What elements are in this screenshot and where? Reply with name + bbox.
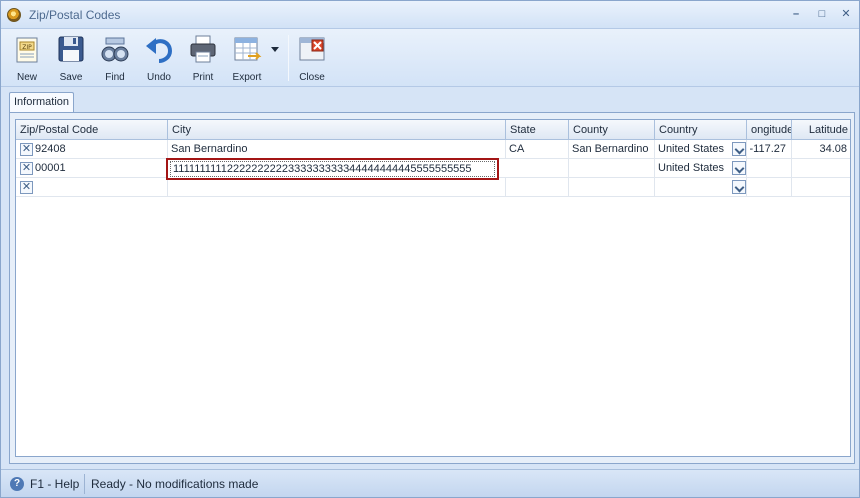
column-header-latitude[interactable]: Latitude [792,120,850,140]
country-dropdown-icon[interactable] [732,142,746,156]
toolbar-separator [288,35,289,81]
close-window-button[interactable]: ✕ [837,6,855,22]
printer-icon [190,35,216,63]
state-cell[interactable] [506,159,569,178]
city-cell[interactable]: San Bernardino [168,140,506,159]
svg-text:ZIP: ZIP [22,44,32,51]
city-cell[interactable] [168,178,506,197]
window-title: Zip/Postal Codes [29,8,121,22]
export-dropdown-arrow[interactable] [271,47,279,52]
new-document-icon: ZIP [16,37,38,63]
column-header-county[interactable]: County [569,120,655,140]
save-button[interactable]: Save [51,32,91,86]
title-bar: Zip/Postal Codes – □ ✕ [1,1,859,29]
close-label: Close [299,72,325,83]
longitude-cell[interactable] [747,159,792,178]
longitude-cell[interactable]: -117.27 [747,140,792,159]
city-edit-value[interactable]: 1111111111222222222233333333334444444444… [170,161,495,177]
tab-information[interactable]: Information [9,92,74,113]
zip-cell[interactable] [16,178,168,197]
grid-header: Zip/Postal Code City State County Countr… [16,120,850,140]
export-label: Export [232,72,262,83]
table-row[interactable]: ✕ [16,178,850,197]
column-header-state[interactable]: State [506,120,569,140]
country-dropdown-icon[interactable] [732,161,746,175]
undo-label: Undo [147,72,171,83]
delete-row-icon[interactable]: ✕ [20,143,33,156]
latitude-cell[interactable] [792,178,850,197]
county-cell[interactable]: San Bernardino [569,140,655,159]
toolbar: ZIP New Save Find Undo Print Export Clos… [1,29,859,87]
column-header-city[interactable]: City [168,120,506,140]
new-label: New [16,72,37,83]
status-bar: ? F1 - Help Ready - No modifications mad… [1,469,859,497]
status-message: Ready - No modifications made [91,477,259,491]
latitude-cell[interactable]: 34.08 [792,140,850,159]
find-label: Find [105,72,125,83]
maximize-button[interactable]: □ [813,6,831,22]
help-icon[interactable]: ? [10,477,24,491]
zip-cell[interactable]: 00001 [16,159,168,178]
table-row[interactable]: 92408 ✕ San Bernardino CA San Bernardino… [16,140,850,159]
state-cell[interactable] [506,178,569,197]
status-help-text[interactable]: F1 - Help [30,477,79,491]
floppy-disk-icon [58,36,84,62]
zip-postal-codes-window: Zip/Postal Codes – □ ✕ ZIP New Save Find… [0,0,860,498]
latitude-cell[interactable] [792,159,850,178]
county-cell[interactable] [569,159,655,178]
delete-row-icon[interactable]: ✕ [20,162,33,175]
column-header-zip[interactable]: Zip/Postal Code [16,120,168,140]
close-window-icon [299,37,325,61]
print-label: Print [192,72,214,83]
export-button[interactable]: Export [227,32,267,86]
status-separator [84,474,85,494]
county-cell[interactable] [569,178,655,197]
undo-arrow-icon [146,38,173,63]
undo-button[interactable]: Undo [139,32,179,86]
country-dropdown-icon[interactable] [732,180,746,194]
zip-codes-grid: Zip/Postal Code City State County Countr… [15,119,851,457]
find-button[interactable]: Find [95,32,135,86]
binoculars-icon [101,37,129,62]
delete-row-icon[interactable]: ✕ [20,181,33,194]
state-cell[interactable]: CA [506,140,569,159]
minimize-button[interactable]: – [787,6,805,22]
print-button[interactable]: Print [183,32,223,86]
save-label: Save [59,72,83,83]
new-button[interactable]: ZIP New [7,32,47,86]
zip-cell[interactable]: 92408 [16,140,168,159]
city-edit-field[interactable]: 1111111111222222222233333333334444444444… [166,158,499,180]
column-header-longitude[interactable]: ongitude [747,120,792,140]
app-icon [7,8,21,22]
longitude-cell[interactable] [747,178,792,197]
close-button[interactable]: Close [292,32,332,86]
export-table-icon [234,37,262,61]
column-header-country[interactable]: Country [655,120,747,140]
